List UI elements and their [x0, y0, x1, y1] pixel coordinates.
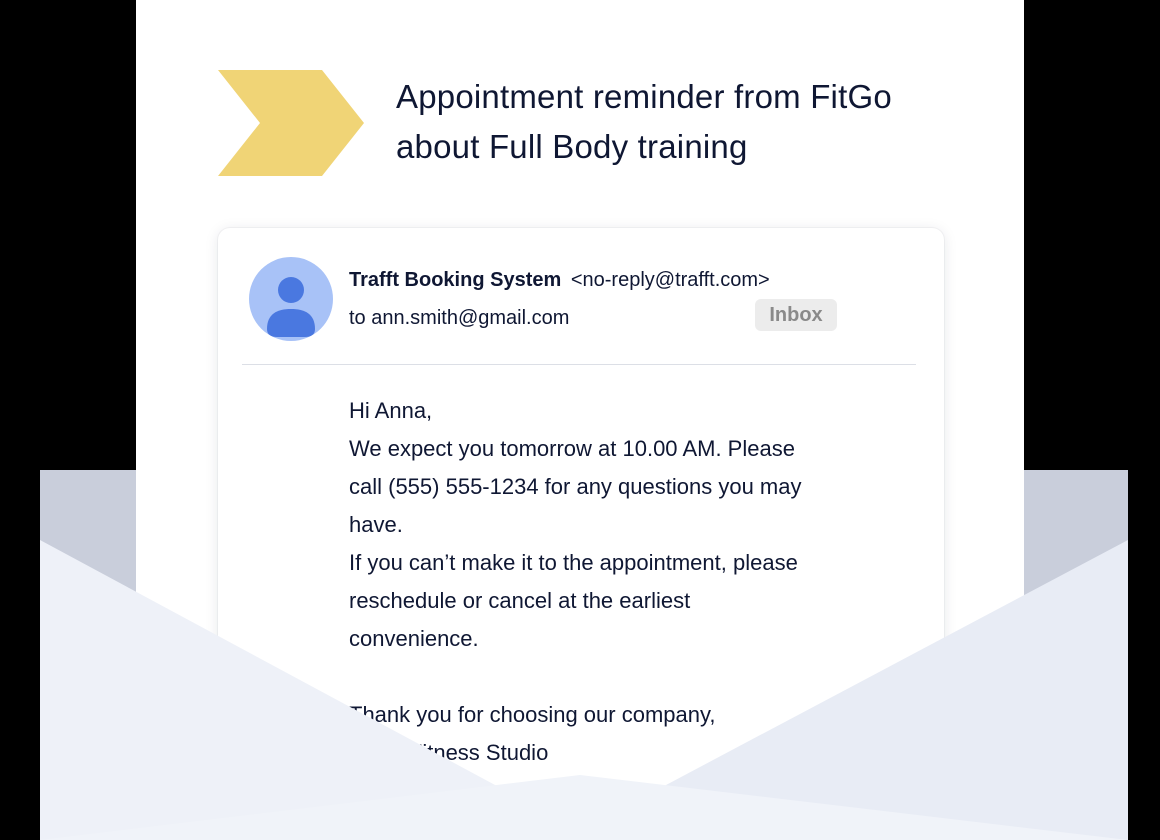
sender-name: Trafft Booking System [349, 269, 562, 291]
body-signature: FitGo Fitness Studio [349, 740, 549, 765]
sender-avatar [249, 257, 333, 341]
chevron-arrow-icon [218, 70, 364, 176]
email-body: Hi Anna, We expect you tomorrow at 10.00… [349, 392, 909, 772]
headline-line-1: Appointment reminder from FitGo [396, 78, 892, 115]
body-greeting: Hi Anna, [349, 398, 433, 423]
email-envelope-illustration: Appointment reminder from FitGo about Fu… [0, 0, 1160, 840]
header-divider [242, 364, 916, 365]
body-line-2: call (555) 555-1234 for any questions yo… [349, 474, 802, 499]
user-avatar-icon [267, 277, 315, 337]
recipient-line: to ann.smith@gmail.com [349, 307, 570, 329]
email-subject-headline: Appointment reminder from FitGo about Fu… [396, 72, 996, 172]
sender-line: Trafft Booking System <no-reply@trafft.c… [349, 266, 770, 294]
body-line-5: reschedule or cancel at the earliest [349, 588, 691, 613]
body-line-4: If you can’t make it to the appointment,… [349, 550, 798, 575]
body-line-3: have. [349, 512, 403, 537]
inbox-label-badge[interactable]: Inbox [755, 299, 837, 331]
body-signoff: Thank you for choosing our company, [349, 702, 716, 727]
headline-line-2: about Full Body training [396, 128, 748, 165]
body-line-6: convenience. [349, 626, 479, 651]
sender-address: <no-reply@trafft.com> [570, 269, 770, 291]
body-line-1: We expect you tomorrow at 10.00 AM. Plea… [349, 436, 795, 461]
